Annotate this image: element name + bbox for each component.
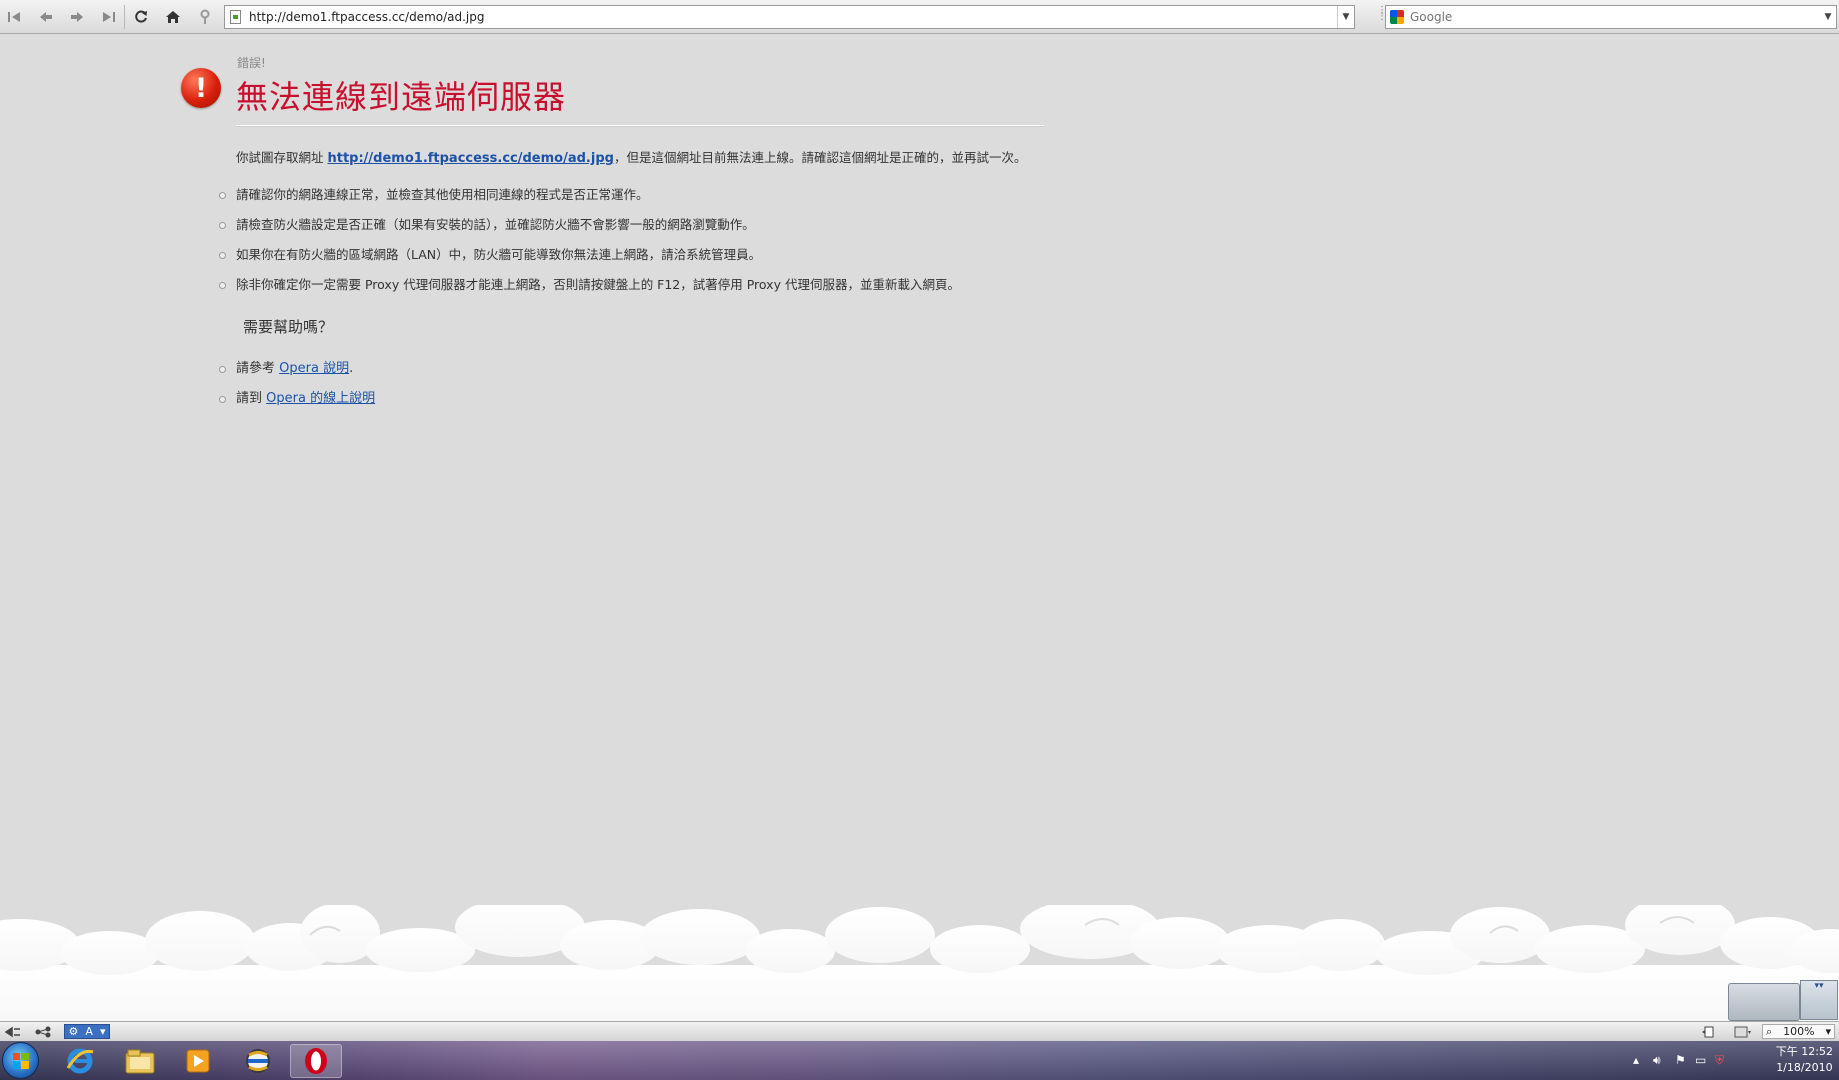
list-item: 如果你在有防火牆的區域網路（LAN）中，防火牆可能導致你無法連上網路，請洽系統管…	[219, 245, 960, 275]
zoom-value: 100%	[1783, 1025, 1815, 1038]
error-icon: !	[181, 68, 221, 108]
speed-dial-icon[interactable]	[4, 1024, 22, 1039]
back-icon[interactable]	[33, 4, 59, 30]
chevron-down-icon: ▾	[99, 1025, 106, 1038]
view-mode-label: A	[85, 1025, 93, 1038]
volume-icon[interactable]: 🔊︎	[1653, 1053, 1661, 1068]
transfers-icon[interactable]	[34, 1024, 54, 1039]
intro-prefix: 你試圖存取網址	[236, 150, 328, 165]
view-mode-button[interactable]: ⚙ A ▾	[64, 1024, 110, 1039]
windows-taskbar: ▴ 🔊︎ ⚑ ▭ ⛨ 下午 12:52 1/18/2010	[0, 1041, 1839, 1080]
key-icon[interactable]	[192, 4, 218, 30]
failed-url-link[interactable]: http://demo1.ftpaccess.cc/demo/ad.jpg	[327, 151, 613, 166]
cloud-decoration	[0, 905, 1839, 1030]
taskbar-clock[interactable]: 下午 12:52 1/18/2010	[1776, 1044, 1833, 1076]
browser-alt-icon[interactable]	[232, 1044, 284, 1078]
list-item: 請參考 Opera 說明.	[218, 359, 375, 389]
forward-icon[interactable]	[64, 4, 90, 30]
windows-logo-icon	[12, 1052, 29, 1069]
help-suffix: .	[349, 361, 354, 376]
opera-online-help-link[interactable]: Opera 的線上說明	[266, 391, 375, 406]
error-intro: 你試圖存取網址 http://demo1.ftpaccess.cc/demo/a…	[236, 147, 1026, 166]
clock-date: 1/18/2010	[1776, 1061, 1833, 1074]
image-toggle-icon[interactable]	[1734, 1024, 1752, 1039]
panel-widget[interactable]: ▾▾	[1800, 980, 1838, 1020]
list-item: 除非你確定你一定需要 Proxy 代理伺服器才能連上網路，否則請按鍵盤上的 F1…	[219, 275, 960, 305]
opera-help-link[interactable]: Opera 說明	[279, 361, 349, 376]
search-box[interactable]: ▼	[1385, 5, 1837, 29]
view-mode-icon: ⚙	[68, 1025, 79, 1038]
tab-thumbnail-widget[interactable]	[1728, 983, 1800, 1021]
google-icon	[1390, 10, 1404, 24]
page-icon[interactable]	[1702, 1024, 1716, 1039]
clock-time: 下午 12:52	[1775, 1045, 1833, 1058]
list-item: 請確認你的網路連線正常，並檢查其他使用相同連線的程式是否正常運作。	[219, 185, 960, 215]
divider	[236, 125, 1044, 126]
file-explorer-icon[interactable]	[114, 1044, 166, 1078]
magnifier-icon: ⌕	[1766, 1024, 1773, 1038]
search-input[interactable]	[1410, 6, 1810, 28]
error-label: 錯誤!	[237, 56, 266, 70]
reload-icon[interactable]	[128, 4, 154, 30]
internet-explorer-icon[interactable]	[54, 1044, 106, 1078]
rewind-icon[interactable]	[2, 4, 28, 30]
network-icon[interactable]: ▭	[1695, 1053, 1706, 1067]
address-dropdown-icon[interactable]: ▼	[1337, 6, 1354, 28]
security-shield-icon[interactable]: ⛨	[1715, 1053, 1724, 1068]
troubleshooting-list: 請確認你的網路連線正常，並檢查其他使用相同連線的程式是否正常運作。 請檢查防火牆…	[219, 185, 960, 305]
help-prefix: 請參考	[236, 361, 280, 376]
address-bar[interactable]: ▼	[224, 5, 1355, 29]
action-center-flag-icon[interactable]: ⚑	[1675, 1053, 1686, 1067]
zoom-control[interactable]: ⌕ 100% ▾	[1762, 1024, 1835, 1039]
browser-toolbar: ▼ ⋮⋮ ▼	[0, 0, 1839, 34]
status-bar: ⚙ A ▾ ⌕ 100% ▾	[0, 1021, 1839, 1041]
error-title: 無法連線到遠端伺服器	[236, 78, 567, 116]
opera-icon[interactable]	[290, 1044, 342, 1078]
address-input[interactable]	[249, 6, 1329, 28]
intro-suffix: ，但是這個網址目前無法連上線。請確認這個網址是正確的，並再試一次。	[613, 150, 1027, 165]
home-icon[interactable]	[160, 4, 186, 30]
chevron-down-icon: ▾	[1825, 1025, 1831, 1038]
list-item: 請檢查防火牆設定是否正確（如果有安裝的話），並確認防火牆不會影響一般的網路瀏覽動…	[219, 215, 960, 245]
help-list: 請參考 Opera 說明. 請到 Opera 的線上說明	[218, 359, 375, 419]
help-prefix: 請到	[236, 391, 267, 406]
list-item: 請到 Opera 的線上說明	[218, 389, 375, 419]
help-heading: 需要幫助嗎？	[243, 318, 334, 336]
search-dropdown-icon[interactable]: ▼	[1820, 6, 1836, 28]
media-player-icon[interactable]	[172, 1044, 224, 1078]
windows-start-button[interactable]	[2, 1042, 39, 1079]
fast-forward-icon[interactable]	[95, 4, 121, 30]
show-hidden-icons-icon[interactable]: ▴	[1633, 1053, 1639, 1067]
page-icon	[230, 10, 241, 24]
